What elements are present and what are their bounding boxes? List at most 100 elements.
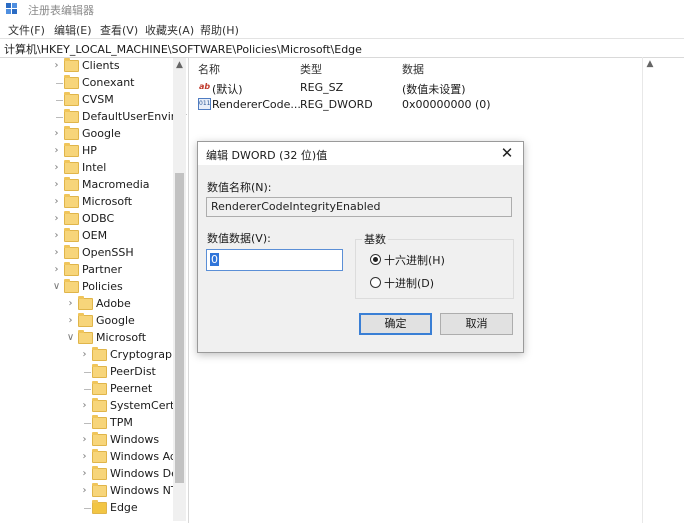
chevron-right-icon[interactable]: › — [80, 434, 89, 446]
tree-item[interactable]: › OEM — [0, 228, 173, 245]
dec-radio-label[interactable]: 十进制(D) — [384, 275, 434, 291]
tree-item[interactable]: › OpenSSH — [0, 245, 173, 262]
tree-item[interactable]: › Adobe — [0, 296, 173, 313]
tree-item[interactable]: › SystemCertifi — [0, 398, 184, 415]
folder-icon — [92, 381, 107, 395]
chevron-right-icon[interactable]: › — [80, 468, 89, 480]
tree-item-label: Google — [82, 127, 121, 140]
tree-item-label: TPM — [110, 416, 133, 429]
tree-item[interactable]: › Windows — [0, 432, 173, 449]
close-icon[interactable]: ✕ — [497, 144, 517, 162]
window-title: 注册表编辑器 — [28, 4, 94, 17]
tree-connector — [84, 372, 91, 373]
address-bar[interactable]: 计算机\HKEY_LOCAL_MACHINE\SOFTWARE\Policies… — [0, 38, 684, 58]
value-data: 0x00000000 (0) — [402, 98, 491, 111]
scroll-up-icon[interactable]: ▲ — [643, 59, 657, 71]
chevron-down-icon[interactable]: ∨ — [66, 332, 75, 344]
chevron-right-icon[interactable]: › — [52, 247, 61, 259]
folder-icon — [64, 75, 79, 89]
column-data[interactable]: 数据 — [402, 61, 424, 77]
hex-radio-label[interactable]: 十六进制(H) — [384, 252, 445, 268]
tree-item[interactable]: DefaultUserEnviror — [0, 109, 186, 126]
tree-item-label: Conexant — [82, 76, 135, 89]
menu-favorites[interactable]: 收藏夹(A) — [145, 22, 194, 38]
tree-item-label: Partner — [82, 263, 122, 276]
tree-item[interactable]: Peernet — [0, 381, 173, 398]
scroll-thumb[interactable] — [175, 173, 184, 483]
tree-item[interactable]: › Cryptography — [0, 347, 185, 364]
tree-item[interactable]: TPM — [0, 415, 173, 432]
chevron-right-icon[interactable]: › — [52, 128, 61, 140]
tree-item[interactable]: › ODBC — [0, 211, 173, 228]
folder-icon — [64, 262, 79, 276]
tree-item[interactable]: › Windows Def — [0, 466, 182, 483]
menu-file[interactable]: 文件(F) — [8, 22, 45, 38]
value-data-input[interactable]: 0 — [206, 249, 343, 271]
tree-item-label: Macromedia — [82, 178, 150, 191]
chevron-right-icon[interactable]: › — [52, 145, 61, 157]
hex-radio[interactable] — [370, 254, 381, 265]
tree-connector — [84, 389, 91, 390]
folder-icon — [92, 398, 107, 412]
tree-item[interactable]: › Google — [0, 313, 173, 330]
chevron-right-icon[interactable]: › — [66, 315, 75, 327]
registry-tree[interactable]: › Clients Conexant CVSM DefaultUserEnviror › G… — [0, 57, 189, 523]
value-name-field: RendererCodeIntegrityEnabled — [206, 197, 512, 217]
tree-item-label: Microsoft — [82, 195, 133, 208]
chevron-right-icon[interactable]: › — [80, 400, 89, 412]
tree-item[interactable]: ∨ Microsoft — [0, 330, 173, 347]
chevron-right-icon[interactable]: › — [80, 485, 89, 497]
cancel-button[interactable]: 取消 — [440, 313, 513, 335]
folder-icon — [64, 160, 79, 174]
list-row[interactable]: ab (默认) REG_SZ (数值未设置) — [190, 79, 640, 96]
list-row[interactable]: 011 RendererCode... REG_DWORD 0x00000000… — [190, 96, 640, 113]
tree-item[interactable]: › Clients — [0, 58, 173, 75]
chevron-right-icon[interactable]: › — [80, 451, 89, 463]
tree-item-label: Google — [96, 314, 135, 327]
tree-item[interactable]: › HP — [0, 143, 173, 160]
chevron-right-icon[interactable]: › — [52, 264, 61, 276]
chevron-down-icon[interactable]: ∨ — [52, 281, 61, 293]
tree-scrollbar[interactable]: ▲ — [173, 58, 186, 521]
tree-item[interactable]: › Microsoft — [0, 194, 173, 211]
list-scrollbar[interactable]: ▲ — [642, 57, 657, 523]
tree-item-label: OpenSSH — [82, 246, 134, 259]
chevron-right-icon[interactable]: › — [52, 196, 61, 208]
dec-radio[interactable] — [370, 277, 381, 288]
tree-item[interactable]: › Google — [0, 126, 173, 143]
tree-item-label: Adobe — [96, 297, 131, 310]
folder-icon — [92, 432, 107, 446]
tree-item-label: Microsoft — [96, 331, 147, 344]
menu-view[interactable]: 查看(V) — [100, 22, 138, 38]
chevron-right-icon[interactable]: › — [66, 298, 75, 310]
folder-icon — [64, 211, 79, 225]
tree-item[interactable]: Edge — [0, 500, 173, 517]
chevron-right-icon[interactable]: › — [52, 179, 61, 191]
chevron-right-icon[interactable]: › — [80, 349, 89, 361]
chevron-right-icon[interactable]: › — [52, 162, 61, 174]
chevron-right-icon[interactable]: › — [52, 60, 61, 72]
tree-item[interactable]: Conexant — [0, 75, 173, 92]
folder-icon — [64, 177, 79, 191]
menu-edit[interactable]: 编辑(E) — [54, 22, 92, 38]
chevron-right-icon[interactable]: › — [52, 230, 61, 242]
tree-item[interactable]: › Macromedia — [0, 177, 173, 194]
tree-item[interactable]: ∨ Policies — [0, 279, 173, 296]
tree-item[interactable]: › Windows Adv — [0, 449, 183, 466]
chevron-right-icon[interactable]: › — [52, 213, 61, 225]
tree-item[interactable]: › Intel — [0, 160, 173, 177]
scroll-up-icon[interactable]: ▲ — [173, 58, 186, 72]
tree-item[interactable]: › Partner — [0, 262, 173, 279]
tree-item[interactable]: CVSM — [0, 92, 173, 109]
dialog-title: 编辑 DWORD (32 位)值 — [206, 149, 328, 162]
tree-item[interactable]: PeerDist — [0, 364, 173, 381]
column-type[interactable]: 类型 — [300, 61, 322, 77]
tree-connector — [56, 117, 63, 118]
address-path[interactable]: 计算机\HKEY_LOCAL_MACHINE\SOFTWARE\Policies… — [4, 41, 362, 57]
tree-connector — [84, 508, 91, 509]
tree-item[interactable]: › Windows NT — [0, 483, 178, 500]
menu-help[interactable]: 帮助(H) — [200, 22, 239, 38]
column-name[interactable]: 名称 — [198, 61, 220, 77]
ok-button[interactable]: 确定 — [359, 313, 432, 335]
folder-icon — [64, 126, 79, 140]
